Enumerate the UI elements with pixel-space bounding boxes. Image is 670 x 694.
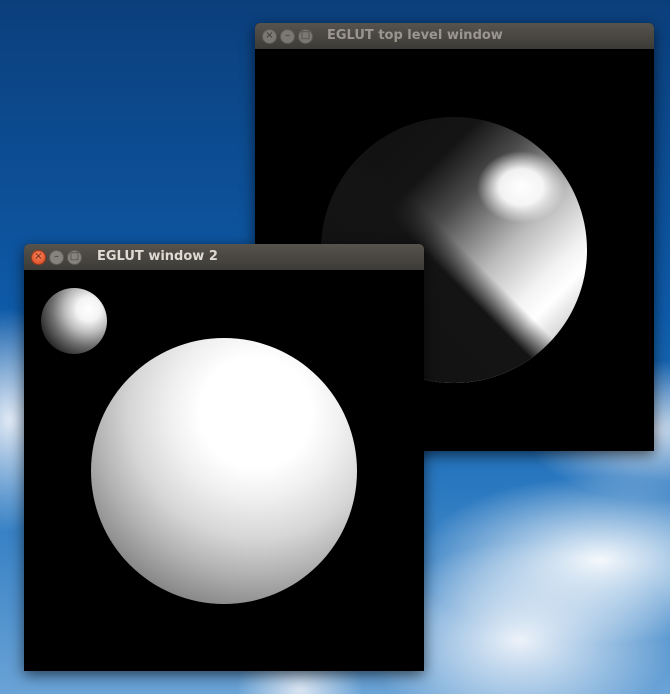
- window-2[interactable]: × – □ EGLUT window 2: [24, 244, 424, 671]
- close-icon[interactable]: ×: [31, 249, 46, 265]
- maximize-icon[interactable]: □: [67, 249, 82, 265]
- large-sphere: [91, 338, 357, 604]
- minimize-icon[interactable]: –: [49, 249, 64, 265]
- close-icon[interactable]: ×: [262, 28, 277, 44]
- minimize-icon[interactable]: –: [280, 28, 295, 44]
- window-title: EGLUT top level window: [327, 28, 503, 43]
- window-controls: × – □: [31, 249, 82, 265]
- window-title: EGLUT window 2: [97, 249, 218, 264]
- window-controls: × – □: [262, 28, 313, 44]
- gl-canvas[interactable]: [24, 270, 424, 671]
- small-sphere: [41, 288, 107, 354]
- maximize-icon[interactable]: □: [298, 28, 313, 44]
- titlebar[interactable]: × – □ EGLUT top level window: [255, 23, 654, 49]
- titlebar[interactable]: × – □ EGLUT window 2: [24, 244, 424, 270]
